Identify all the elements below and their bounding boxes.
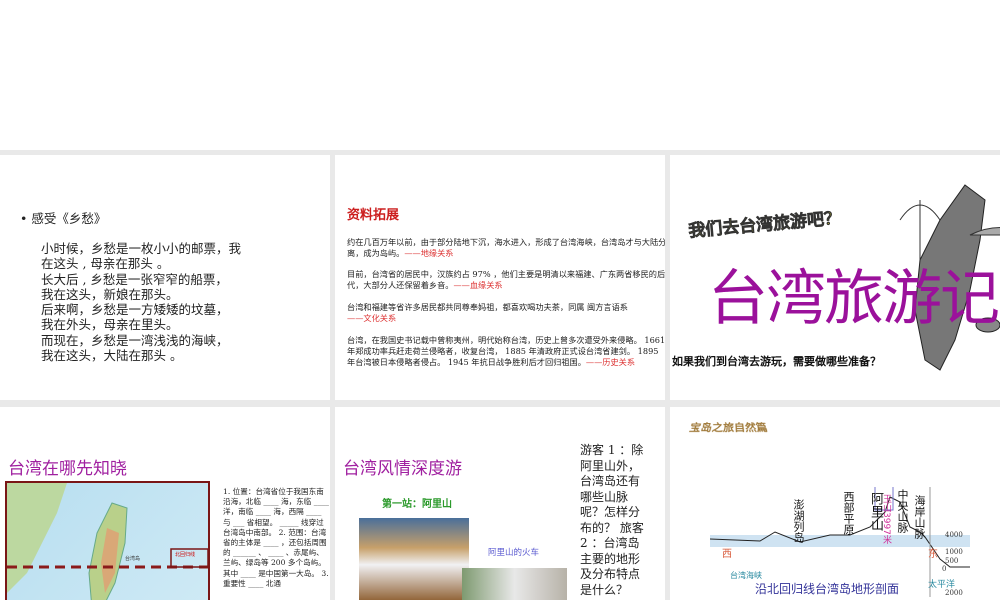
poem-title: 感受《乡愁》 [31, 211, 107, 226]
slide-taiwan-location[interactable]: 台湾在哪先知晓 北回归线 台湾岛 1. 位置：台湾省位于我国东南沿海，北临 __… [0, 407, 330, 600]
paragraph: 约在几百万年以前，由于部分陆地下沉，海水进入，形成了台湾海峡，台湾岛才与大陆分离… [347, 237, 665, 259]
terrain-label: 海岸山脉 [913, 495, 926, 539]
terrain-label: 玉山3997米 [881, 494, 891, 544]
paragraph: 台湾，在我国史书记载中曾称夷州，明代始称台湾，历史上曾多次遭受外来侵略。 166… [347, 335, 665, 368]
poem-line: 我在这头，大陆在那头 。 [41, 348, 183, 364]
poem-line: 在这头 , 母亲在那头 。 [41, 256, 170, 272]
fill-in-questions: 1. 位置：台湾省位于我国东南沿海，北临 ____ 海，东临 ____ 洋，南临… [223, 487, 329, 588]
taiwan-map: 北回归线 台湾岛 [5, 481, 210, 600]
elevation-tick: 0 [942, 565, 947, 573]
paragraph-text: 目前，台湾省的居民中，汉族约占 97% ，他们主要是明清以来福建、广东两省移民的… [347, 269, 665, 290]
paragraph: 目前，台湾省的居民中，汉族约占 97% ，他们主要是明清以来福建、广东两省移民的… [347, 269, 665, 291]
slide-title: 台湾在哪先知晓 [8, 459, 127, 479]
west-label: 西 [722, 549, 732, 560]
poem-line: 长大后 , 乡愁是一张窄窄的船票， [41, 271, 228, 287]
elevation-tick: 500 [945, 557, 959, 565]
station-label: 第一站：阿里山 [382, 499, 452, 510]
slide-banner: 宝岛之旅自然篇 [688, 421, 769, 434]
elevation-tick: 2000 [945, 589, 963, 597]
photo-caption: 阿里山的火车 [488, 548, 540, 558]
slide-title: 台湾旅游记 [708, 264, 1000, 334]
slide-resources[interactable]: 资料拓展 约在几百万年以前，由于部分陆地下沉，海水进入，形成了台湾海峡，台湾岛才… [335, 155, 665, 400]
relation-tag: ——文化关系 [347, 313, 397, 323]
slide-title: 资料拓展 [347, 208, 400, 223]
slide-question: 如果我们到台湾去游玩，需要做哪些准备？ [672, 355, 881, 368]
paragraph-text: 约在几百万年以前，由于部分陆地下沉，海水进入，形成了台湾海峡，台湾岛才与大陆分离… [347, 237, 665, 258]
paragraph: 台湾和福建等省许多居民都共同尊奉妈祖，都喜欢喝功夫茶，同属 闽方言语系 ——文化关… [347, 302, 665, 324]
poem-line: 而现在，乡愁是一湾浅浅的海峡， [41, 332, 229, 348]
alishan-train-photo [462, 568, 567, 600]
paragraph-text: 台湾和福建等省许多居民都共同尊奉妈祖，都喜欢喝功夫茶，同属 闽方言语系 [347, 302, 628, 312]
elevation-tick: 4000 [945, 531, 963, 539]
relation-tag: ——地缘关系 [404, 248, 454, 258]
alishan-sunrise-photo [359, 518, 469, 600]
map-label: 台湾岛 [125, 556, 141, 562]
slide-terrain-profile[interactable]: 宝岛之旅自然篇 澎湖列岛 西部平原 阿里山 玉山3997米 中央山脉 海岸山脉 … [670, 407, 1000, 600]
tourist-dialogue: 游客 1 ：除阿里山外，台湾岛还有哪些山脉呢？怎样分布的？ 旅客 2 ：台湾岛主… [580, 443, 644, 597]
relation-tag: ——历史关系 [585, 357, 636, 367]
poem-line: 我在外头，母亲在里头。 [41, 317, 179, 333]
poem-body: 小时候，乡愁是一枚小小的邮票，我 在这头 , 母亲在那头 。 长大后 , 乡愁是… [41, 241, 241, 363]
east-label: 东 [928, 549, 938, 560]
slide-taiwan-deep-tour[interactable]: 台湾风情深度游 第一站：阿里山 阿里山的火车 游客 1 ：除阿里山外，台湾岛还有… [335, 407, 665, 600]
terrain-label: 西部平原 [842, 491, 855, 535]
poem-line: 我在这头，新娘在那头。 [41, 286, 179, 302]
poem-bullet: • 感受《乡愁》 [20, 211, 107, 226]
terrain-label: 中央山脉 [896, 489, 909, 533]
slide-nostalgia-poem[interactable]: • 感受《乡愁》 小时候，乡愁是一枚小小的邮票，我 在这头 , 母亲在那头 。 … [0, 155, 330, 400]
slide-taiwan-travel-title[interactable]: 我们去台湾旅游吧？ 台湾旅游记 如果我们到台湾去游玩，需要做哪些准备？ [670, 155, 1000, 400]
poem-line: 小时候，乡愁是一枚小小的邮票，我 [41, 241, 242, 256]
slide-top-blank[interactable] [0, 0, 1000, 150]
elevation-tick: 1000 [945, 548, 963, 556]
terrain-label: 澎湖列岛 [792, 499, 805, 543]
relation-tag: ——血缘关系 [453, 280, 503, 290]
map-label: 北回归线 [175, 552, 196, 558]
poem-line: 后来啊，乡愁是一方矮矮的坟墓， [41, 302, 229, 318]
slide-title: 台湾风情深度游 [343, 459, 462, 479]
slide-subtitle: 我们去台湾旅游吧？ [687, 208, 842, 242]
diagram-caption: 沿北回归线台湾岛地形剖面 [755, 582, 900, 596]
